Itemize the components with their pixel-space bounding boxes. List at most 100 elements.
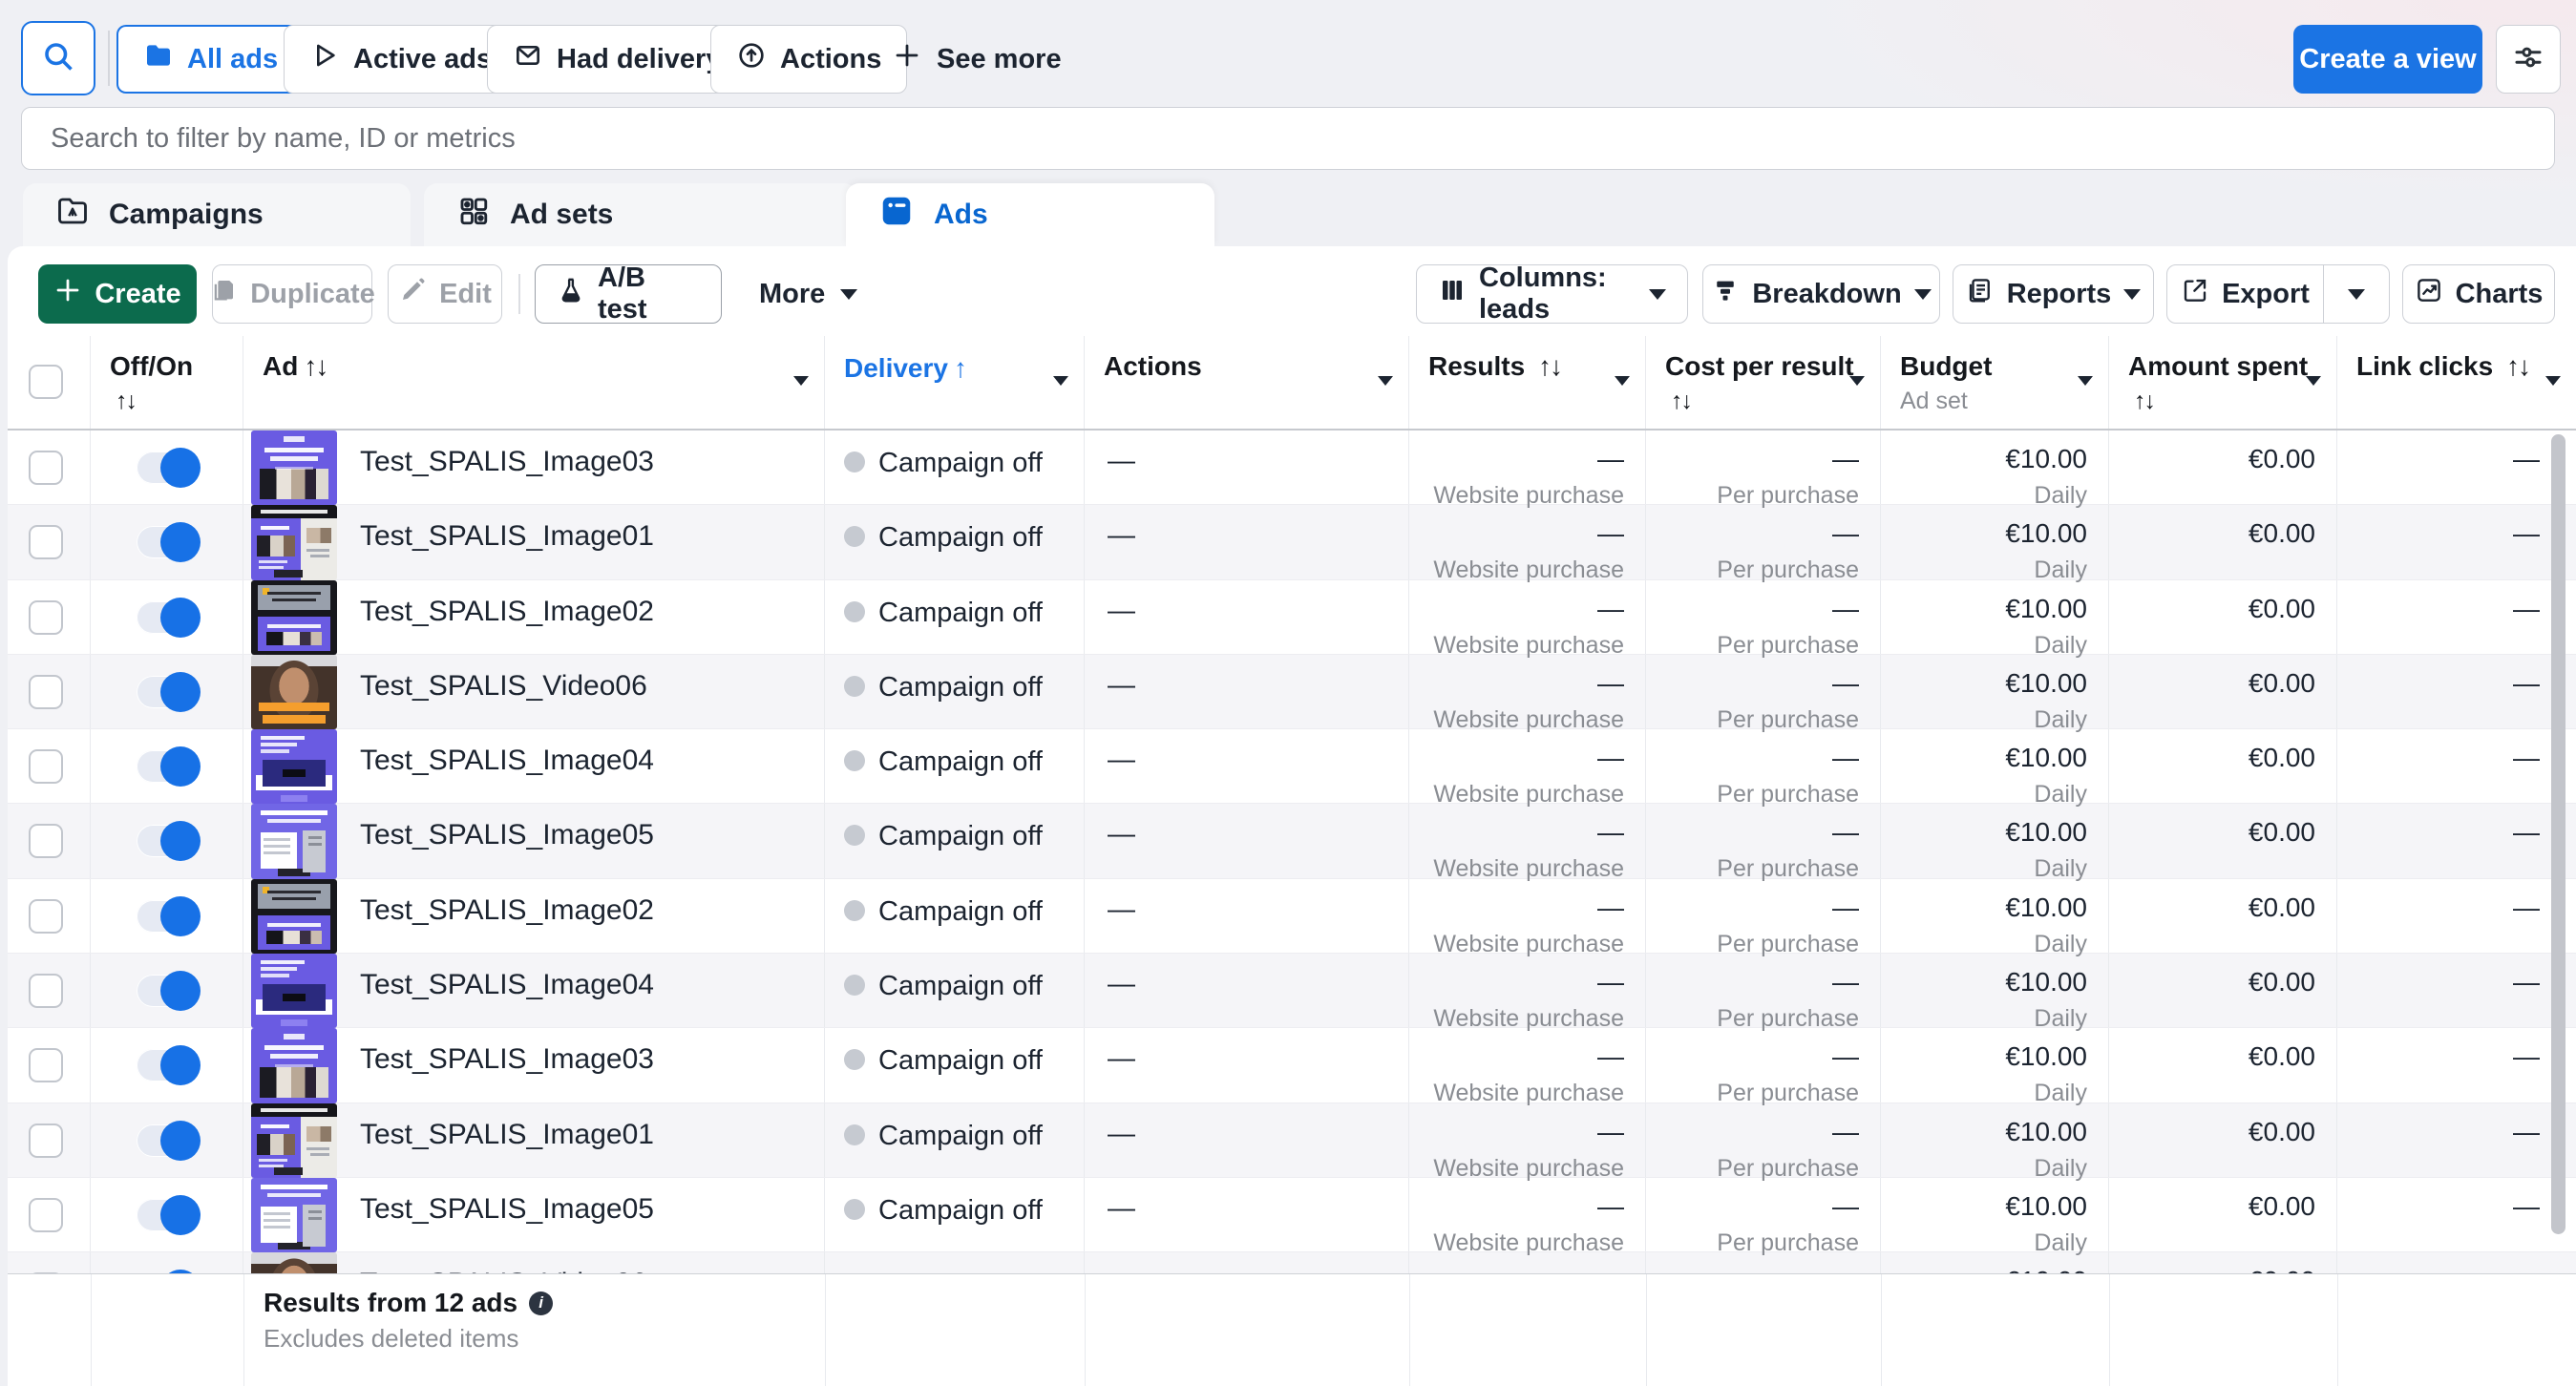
ad-thumbnail[interactable] bbox=[251, 804, 337, 878]
row-checkbox[interactable] bbox=[29, 1198, 63, 1232]
ad-on-off-toggle[interactable] bbox=[137, 1049, 198, 1082]
chevron-down-icon[interactable] bbox=[793, 376, 809, 386]
ad-name[interactable]: Test_SPALIS_Image01 bbox=[360, 520, 654, 578]
ad-name[interactable]: Test_SPALIS_Image04 bbox=[360, 745, 654, 803]
columns-button[interactable]: Columns: leads bbox=[1416, 264, 1688, 324]
ad-on-off-toggle[interactable] bbox=[137, 900, 198, 933]
flask-icon bbox=[557, 276, 585, 312]
create-a-view-button[interactable]: Create a view bbox=[2293, 25, 2482, 94]
info-icon[interactable]: i bbox=[529, 1292, 553, 1315]
chevron-down-icon[interactable] bbox=[1378, 376, 1393, 386]
chevron-down-icon[interactable] bbox=[2545, 376, 2561, 386]
ad-on-off-toggle[interactable] bbox=[137, 601, 198, 634]
ad-on-off-toggle[interactable] bbox=[137, 1124, 198, 1157]
ad-on-off-toggle[interactable] bbox=[137, 975, 198, 1007]
ad-name[interactable]: Test_SPALIS_Image05 bbox=[360, 1193, 654, 1251]
breakdown-button[interactable]: Breakdown bbox=[1702, 264, 1940, 324]
charts-label: Charts bbox=[2456, 279, 2544, 310]
ad-on-off-toggle[interactable] bbox=[137, 1199, 198, 1231]
ad-on-off-toggle[interactable] bbox=[137, 676, 198, 708]
column-header-budget[interactable]: Budget Ad set bbox=[1881, 336, 2109, 429]
ad-thumbnail[interactable] bbox=[251, 655, 337, 729]
ad-name[interactable]: Test_SPALIS_Video06 bbox=[360, 670, 647, 728]
toolbar-divider bbox=[518, 274, 520, 314]
row-checkbox[interactable] bbox=[29, 974, 63, 1008]
filter-active-ads[interactable]: Active ads bbox=[284, 25, 517, 94]
actions-value: — bbox=[1108, 819, 1408, 850]
export-button[interactable]: Export bbox=[2167, 265, 2324, 323]
ad-thumbnail[interactable] bbox=[251, 1103, 337, 1178]
ab-test-button[interactable]: A/B test bbox=[535, 264, 722, 324]
ad-thumbnail[interactable] bbox=[251, 430, 337, 505]
results-value: — bbox=[1409, 1191, 1624, 1222]
ad-name[interactable]: Test_SPALIS_Image05 bbox=[360, 819, 654, 877]
row-checkbox[interactable] bbox=[29, 525, 63, 559]
ad-thumbnail[interactable] bbox=[251, 879, 337, 954]
duplicate-button[interactable]: Duplicate bbox=[212, 264, 372, 324]
amount-spent-value: €0.00 bbox=[2109, 743, 2315, 773]
ad-thumbnail[interactable] bbox=[251, 954, 337, 1028]
ad-thumbnail[interactable] bbox=[251, 1178, 337, 1252]
folder-icon bbox=[143, 40, 174, 78]
column-header-amount-spent[interactable]: Amount spent ↑↓ bbox=[2109, 336, 2337, 429]
row-checkbox[interactable] bbox=[29, 451, 63, 485]
row-checkbox[interactable] bbox=[29, 749, 63, 784]
row-checkbox[interactable] bbox=[29, 1124, 63, 1158]
chevron-down-icon[interactable] bbox=[1615, 376, 1630, 386]
column-header-cost-per-result[interactable]: Cost per result ↑↓ bbox=[1646, 336, 1881, 429]
row-checkbox[interactable] bbox=[29, 600, 63, 635]
tab-campaigns[interactable]: Campaigns bbox=[23, 183, 411, 246]
delivery-status-dot bbox=[844, 975, 865, 996]
ad-on-off-toggle[interactable] bbox=[137, 526, 198, 558]
ad-name[interactable]: Test_SPALIS_Image03 bbox=[360, 446, 654, 504]
results-value: — bbox=[1409, 594, 1624, 624]
row-checkbox[interactable] bbox=[29, 675, 63, 709]
ad-name[interactable]: Test_SPALIS_Image02 bbox=[360, 596, 654, 654]
ad-name[interactable]: Test_SPALIS_Image02 bbox=[360, 894, 654, 953]
ad-name[interactable]: Test_SPALIS_Image01 bbox=[360, 1119, 654, 1177]
see-more-button[interactable]: See more bbox=[893, 25, 1062, 94]
column-header-ad[interactable]: Ad ↑↓ bbox=[243, 336, 825, 429]
vertical-scrollbar[interactable] bbox=[2551, 434, 2565, 1234]
filter-all-ads[interactable]: All ads bbox=[116, 25, 305, 94]
ad-name[interactable]: Test_SPALIS_Image03 bbox=[360, 1043, 654, 1102]
column-header-actions[interactable]: Actions bbox=[1085, 336, 1409, 429]
view-settings-button[interactable] bbox=[2496, 25, 2561, 94]
ad-name[interactable]: Test_SPALIS_Image04 bbox=[360, 969, 654, 1027]
column-header-off-on[interactable]: Off/On ↑↓ bbox=[91, 336, 243, 429]
ad-on-off-toggle[interactable] bbox=[137, 750, 198, 783]
filter-actions[interactable]: Actions bbox=[710, 25, 907, 94]
row-checkbox[interactable] bbox=[29, 824, 63, 858]
edit-button[interactable]: Edit bbox=[388, 264, 502, 324]
column-label: Budget bbox=[1900, 351, 1992, 381]
chevron-down-icon[interactable] bbox=[1849, 376, 1865, 386]
table-header: Off/On ↑↓ Ad ↑↓ Delivery ↑ Actions Resul… bbox=[8, 336, 2576, 430]
ad-thumbnail[interactable] bbox=[251, 729, 337, 804]
charts-button[interactable]: Charts bbox=[2402, 264, 2555, 324]
reports-button[interactable]: Reports bbox=[1953, 264, 2154, 324]
ad-thumbnail[interactable] bbox=[251, 580, 337, 655]
chevron-down-icon[interactable] bbox=[2078, 376, 2093, 386]
chevron-down-icon[interactable] bbox=[1053, 376, 1068, 386]
column-header-results[interactable]: Results ↑↓ bbox=[1409, 336, 1646, 429]
column-header-delivery[interactable]: Delivery ↑ bbox=[825, 336, 1085, 429]
ad-thumbnail[interactable] bbox=[251, 1028, 337, 1102]
arrow-up-circle-icon bbox=[736, 40, 767, 78]
create-button[interactable]: Create bbox=[38, 264, 197, 324]
search-filter-button[interactable] bbox=[21, 21, 95, 95]
export-options-button[interactable] bbox=[2324, 265, 2389, 323]
row-checkbox[interactable] bbox=[29, 899, 63, 934]
row-checkbox[interactable] bbox=[29, 1048, 63, 1082]
ad-thumbnail[interactable] bbox=[251, 505, 337, 579]
column-header-link-clicks[interactable]: Link clicks ↑↓ bbox=[2337, 336, 2576, 429]
select-all-checkbox[interactable] bbox=[29, 365, 63, 399]
cost-value: — bbox=[1646, 1117, 1859, 1147]
filter-had-delivery[interactable]: Had delivery bbox=[487, 25, 747, 94]
tab-ad-sets[interactable]: Ad sets bbox=[424, 183, 857, 246]
tab-ads[interactable]: Ads bbox=[846, 183, 1214, 246]
search-input[interactable] bbox=[51, 123, 2525, 155]
chevron-down-icon[interactable] bbox=[2306, 376, 2321, 386]
ad-on-off-toggle[interactable] bbox=[137, 452, 198, 484]
ad-on-off-toggle[interactable] bbox=[137, 825, 198, 857]
more-menu-button[interactable]: More bbox=[759, 264, 857, 324]
